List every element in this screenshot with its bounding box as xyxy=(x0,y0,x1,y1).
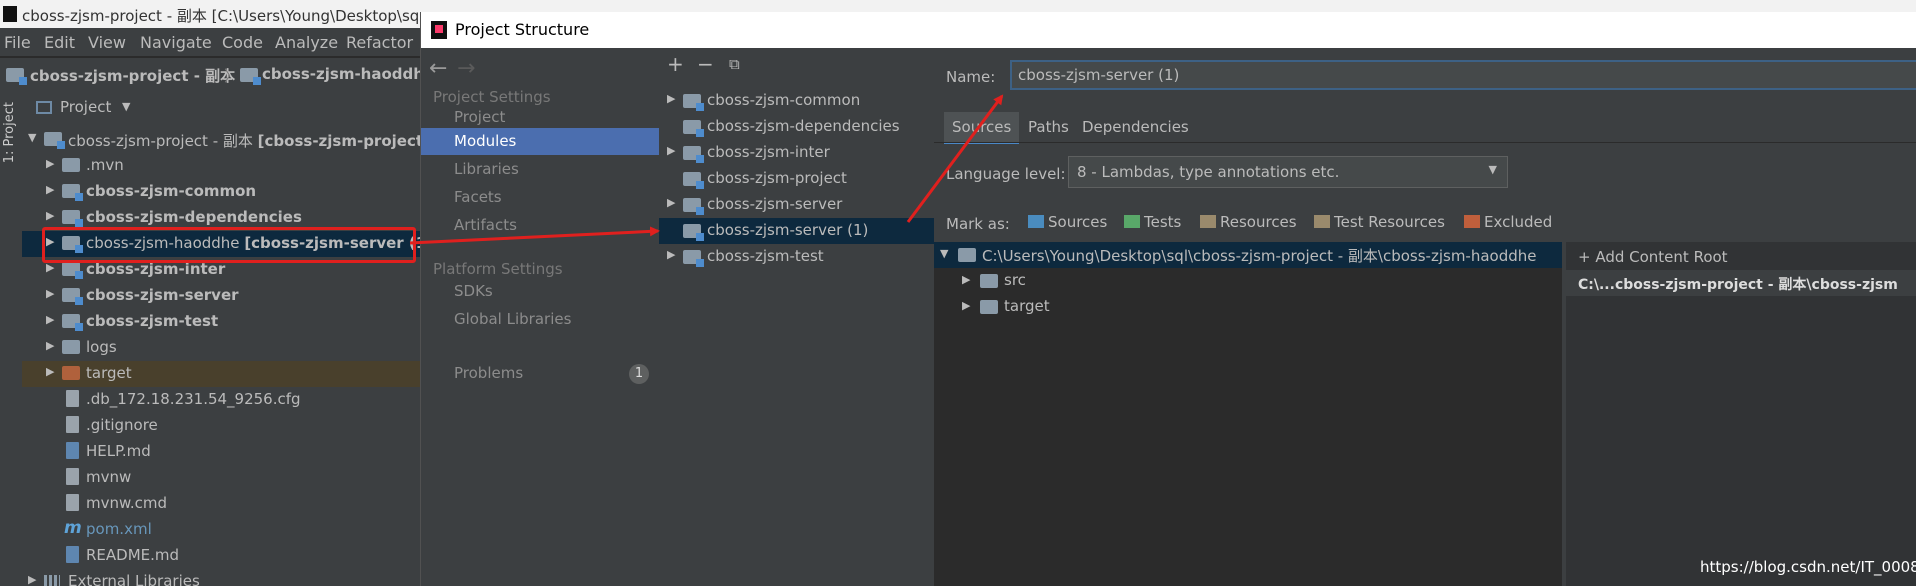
annotation-arrow xyxy=(409,226,660,245)
watermark: https://blog.csdn.net/IT_0008 xyxy=(1700,558,1916,576)
annotation-overlay xyxy=(409,94,1004,245)
annotation-arrow xyxy=(906,94,1004,223)
